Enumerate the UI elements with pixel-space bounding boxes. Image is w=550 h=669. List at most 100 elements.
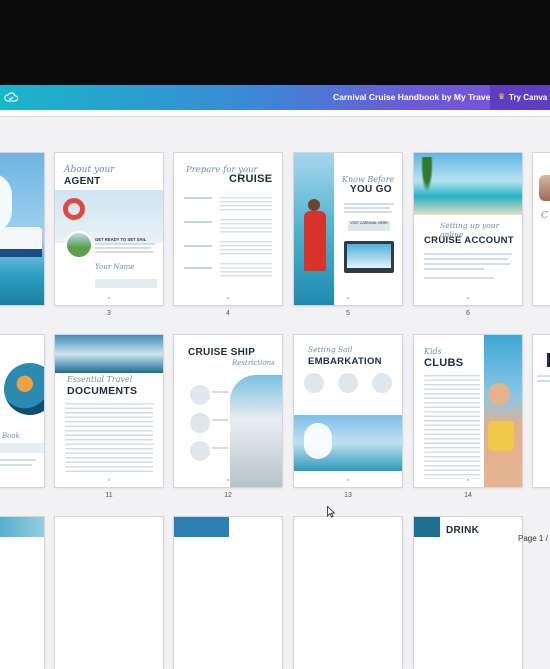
checklist-table xyxy=(184,197,274,292)
page-script-heading: Book xyxy=(2,432,20,440)
page-thumbnail-13[interactable]: Setting Sail EMBARKATION xyxy=(294,335,402,487)
page-dot xyxy=(227,479,229,481)
crown-icon: ♛ xyxy=(498,92,506,101)
page-heading: CRUISE xyxy=(229,173,273,185)
page-heading: CRUISE SHIP xyxy=(188,347,256,358)
page-dot xyxy=(108,479,110,481)
reef-photo xyxy=(4,363,44,415)
life-ring-icon xyxy=(63,198,85,220)
page-thumbnail-6[interactable]: Setting up your online CRUISE ACCOUNT xyxy=(414,153,522,305)
page-indicator[interactable]: Page 1 / xyxy=(518,534,548,543)
luggage-icon xyxy=(338,373,358,393)
step-icon xyxy=(304,373,324,393)
page-heading: YOU GO xyxy=(350,184,392,195)
page-dot xyxy=(227,297,229,299)
page-script-heading: Restrictions xyxy=(232,359,275,367)
text-line xyxy=(424,253,512,255)
script-letter: C xyxy=(541,211,548,221)
try-canva-button[interactable]: ♛ Try Canva f xyxy=(490,85,550,110)
page-script-heading: About your xyxy=(64,165,115,175)
page-dot xyxy=(347,297,349,299)
page-script-heading: Essential Travel xyxy=(67,375,133,384)
text-line xyxy=(537,375,550,377)
kid-shirt xyxy=(488,421,514,451)
page-number-5: 5 xyxy=(346,310,350,317)
page-thumbnail-15[interactable] xyxy=(533,335,550,487)
text-line xyxy=(0,464,32,466)
page-thumbnail-22[interactable]: DRINK xyxy=(414,517,522,669)
cloud-icon[interactable] xyxy=(4,91,18,103)
text-line xyxy=(212,447,228,449)
page-number-12: 12 xyxy=(224,492,232,499)
ship-deck-photo xyxy=(230,375,282,487)
mouse-cursor-icon xyxy=(327,506,335,518)
video-letterbox xyxy=(0,0,550,85)
page-number-14: 14 xyxy=(464,492,472,499)
page-thumbnail-20[interactable] xyxy=(174,517,282,669)
page-number-6: 6 xyxy=(466,310,470,317)
agent-photo xyxy=(65,231,93,259)
page-script-heading: Kids xyxy=(424,347,442,356)
page-script-heading: Setting Sail xyxy=(308,345,353,354)
text-line xyxy=(95,247,151,249)
page-heading: CLUBS xyxy=(424,357,464,369)
no-smoking-icon xyxy=(190,385,210,405)
iron-icon xyxy=(190,441,210,461)
palm-tree xyxy=(420,157,434,197)
page-heading: EMBARKATION xyxy=(308,356,382,367)
page-thumbnail-2[interactable] xyxy=(0,153,44,305)
page-dot xyxy=(108,297,110,299)
page-thumbnail-7[interactable]: C xyxy=(533,153,550,305)
page-script-heading: Know Before xyxy=(342,175,395,184)
text-line xyxy=(424,277,494,279)
page-thumbnail-14[interactable]: Kids CLUBS xyxy=(414,335,522,487)
page-thumbnail-21[interactable] xyxy=(294,517,402,669)
kid-face xyxy=(488,383,510,405)
page-dot xyxy=(467,297,469,299)
page-heading: CRUISE ACCOUNT xyxy=(424,235,514,246)
toolbar-strip xyxy=(0,110,550,117)
text-line xyxy=(212,391,228,393)
page-thumbnail-11[interactable]: Essential Travel DOCUMENTS xyxy=(55,335,163,487)
page-thumbnail-12[interactable]: CRUISE SHIP Restrictions xyxy=(174,335,282,487)
page-thumbnail-19[interactable] xyxy=(55,517,163,669)
text-line xyxy=(0,459,36,461)
red-dress xyxy=(304,211,326,271)
page-thumbnail-10[interactable]: Book xyxy=(0,335,44,487)
page-thumbnail-5[interactable]: Know Before YOU GO VISIT CARNIVAL HERE xyxy=(294,153,402,305)
page-number-13: 13 xyxy=(344,492,352,499)
laptop-image xyxy=(344,241,394,273)
try-canva-label: Try Canva f xyxy=(509,93,550,102)
ship-aerial-photo xyxy=(55,335,163,373)
woman-hair xyxy=(308,199,320,211)
page-thumbnail-3[interactable]: About your AGENT GET READY TO SET SAIL Y… xyxy=(55,153,163,305)
page-heading: AGENT xyxy=(64,176,101,187)
text-line xyxy=(424,258,508,260)
page-number-4: 4 xyxy=(226,310,230,317)
text-line xyxy=(212,419,228,421)
page-dot xyxy=(347,479,349,481)
top-bar: Carnival Cruise Handbook by My Travel ♛ … xyxy=(0,85,550,110)
plane-icon-frame xyxy=(304,423,332,459)
ship-stripe xyxy=(0,249,42,257)
signature: Your Name xyxy=(95,263,135,271)
page-dot xyxy=(467,479,469,481)
page-thumbnail-18[interactable] xyxy=(0,517,44,669)
document-title[interactable]: Carnival Cruise Handbook by My Travel xyxy=(333,92,493,102)
agent-tagline: GET READY TO SET SAIL xyxy=(95,237,147,242)
visit-carnival-button: VISIT CARNIVAL HERE xyxy=(348,221,390,231)
page-number-11: 11 xyxy=(105,492,113,499)
info-bar xyxy=(0,443,44,453)
text-line xyxy=(95,251,153,253)
text-line xyxy=(344,211,392,213)
checkin-icon xyxy=(372,373,392,393)
contact-box xyxy=(95,279,157,288)
no-entry-icon xyxy=(190,413,210,433)
text-line xyxy=(344,203,394,205)
text-line xyxy=(424,268,484,270)
text-line xyxy=(95,243,155,245)
page-heading: DOCUMENTS xyxy=(67,385,138,397)
page-thumbnail-4[interactable]: Prepare for your CRUISE xyxy=(174,153,282,305)
photo-crop xyxy=(539,175,550,201)
page-heading: DRINK xyxy=(446,525,480,536)
